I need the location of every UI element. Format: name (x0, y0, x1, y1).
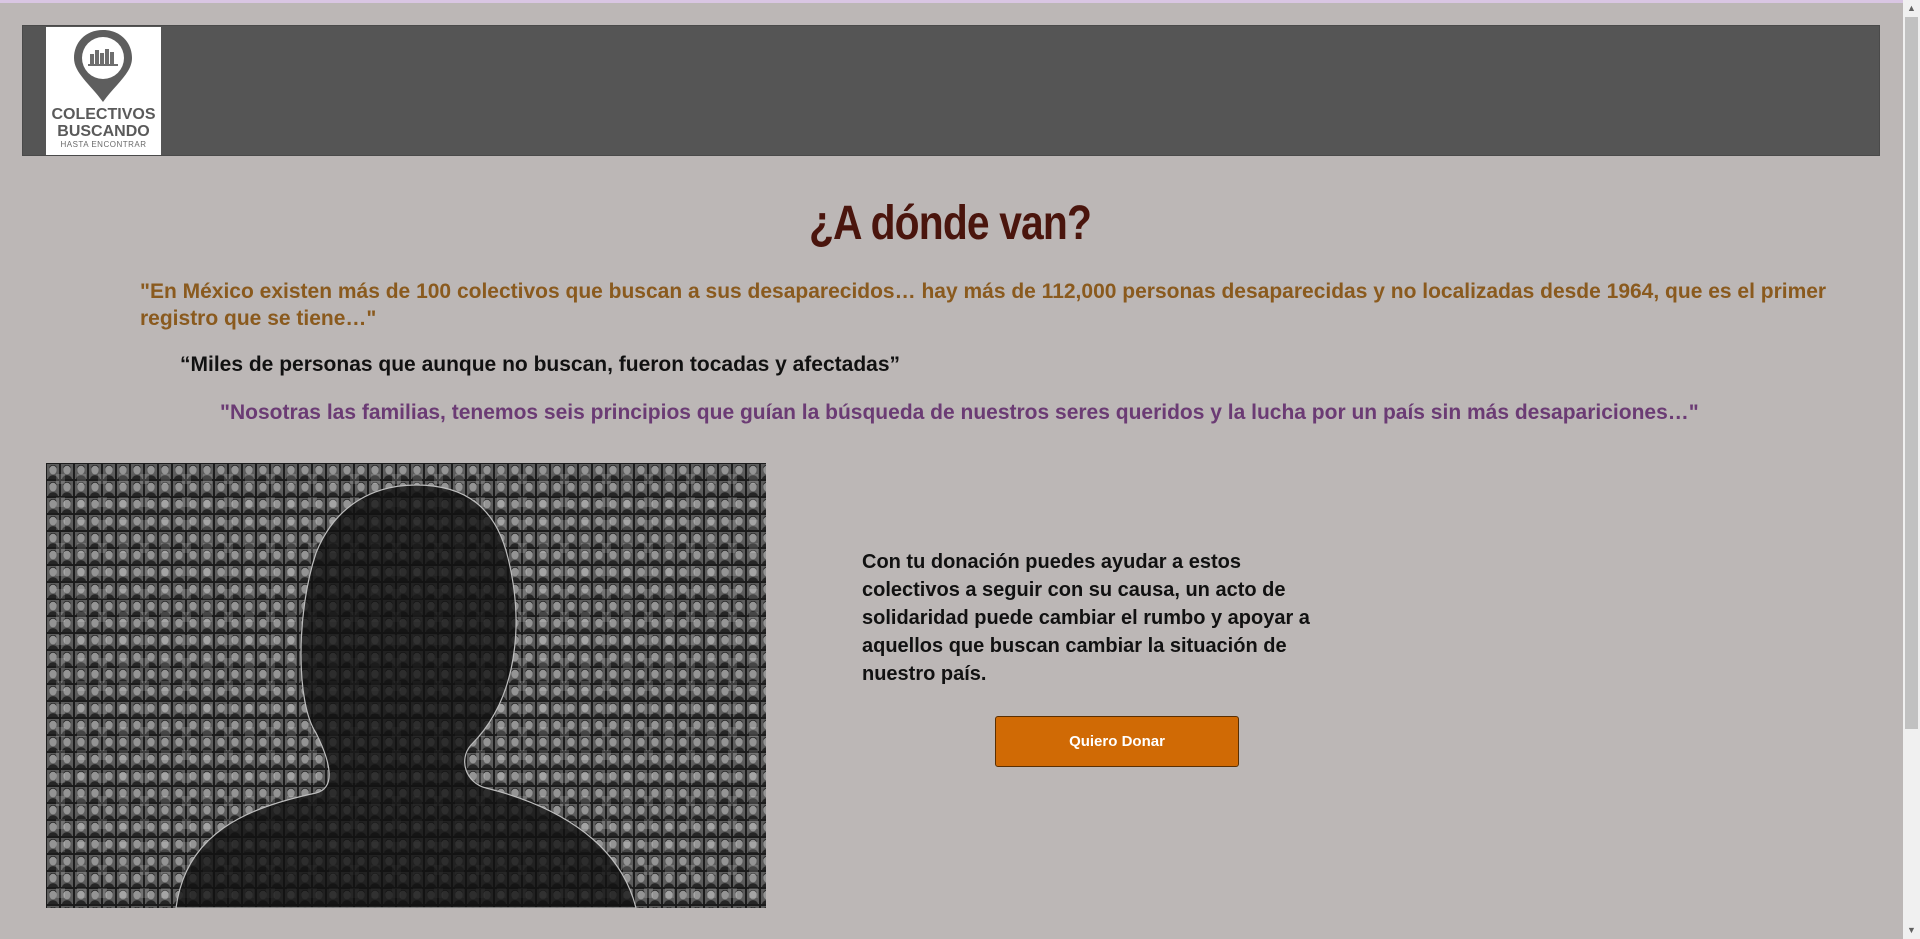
site-header: COLECTIVOS BUSCANDO HASTA ENCONTRAR (22, 25, 1880, 156)
scroll-up-arrow-icon[interactable]: ▲ (1903, 0, 1920, 17)
logo-tagline: HASTA ENCONTRAR (60, 140, 147, 149)
vertical-scrollbar[interactable]: ▲ ▼ (1903, 0, 1920, 939)
logo-text-line1: COLECTIVOS (51, 106, 156, 123)
scroll-thumb[interactable] (1905, 17, 1918, 729)
top-accent-line (0, 0, 1920, 3)
quote-affected: “Miles de personas que aunque no buscan,… (180, 353, 901, 376)
quote-statistics: "En México existen más de 100 colectivos… (140, 280, 1827, 330)
map-pin-logo-icon (74, 30, 132, 102)
logo-text-line2: BUSCANDO (57, 123, 150, 140)
logo[interactable]: COLECTIVOS BUSCANDO HASTA ENCONTRAR (46, 27, 161, 155)
scroll-down-arrow-icon[interactable]: ▼ (1903, 922, 1920, 939)
quote-families: "Nosotras las familias, tenemos seis pri… (220, 401, 1699, 424)
donation-message: Con tu donación puedes ayudar a estos co… (862, 551, 1310, 685)
donate-button[interactable]: Quiero Donar (995, 716, 1239, 767)
faces-mosaic-image (46, 463, 766, 908)
page-title: ¿A dónde van? (808, 197, 1092, 250)
